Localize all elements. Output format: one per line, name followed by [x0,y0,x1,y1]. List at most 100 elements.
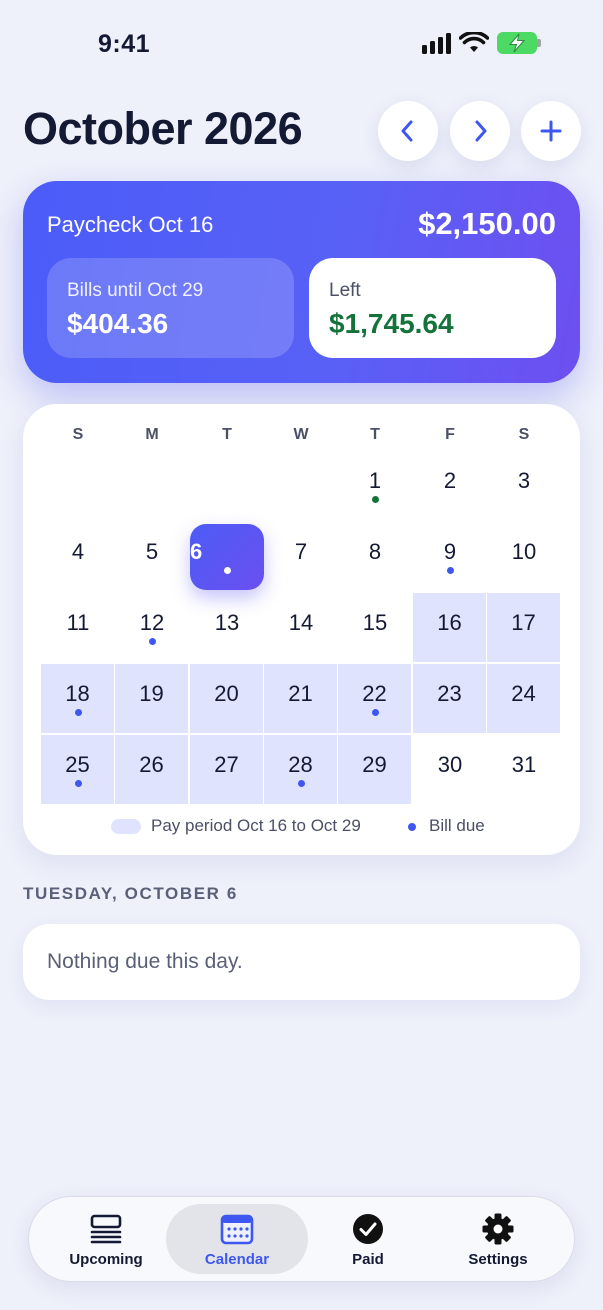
day-indicator-dot [224,567,231,574]
bill-due-dot [149,638,156,645]
tab-label: Upcoming [69,1251,143,1268]
weekday-label: F [445,426,455,443]
calendar-day-cell[interactable]: 25 [41,735,114,804]
day-number: 8 [368,539,382,564]
calendar-day-cell[interactable]: 14 [264,593,338,663]
previous-month-button[interactable] [378,101,438,161]
tab-label: Settings [468,1251,528,1268]
remaining-label: Left [329,280,361,301]
calendar-day-cell[interactable]: 24 [487,664,560,733]
day-number: 29 [362,752,387,777]
calendar-day-cell[interactable]: 9 [413,522,487,592]
day-number: 2 [443,468,457,493]
paycheck-card[interactable]: Paycheck Oct 16 $2,150.00 Bills until Oc… [23,181,580,383]
bill-due-dot [408,823,416,831]
calendar-day-cell[interactable]: 4 [41,522,115,592]
status-bar: 9:41 [0,0,603,90]
bill-due-dot [75,709,82,716]
calendar-day-cell[interactable]: 30 [413,735,487,805]
day-number: 1 [368,468,382,493]
legend-bill-due: Bill due [429,816,485,835]
weekday-label: M [145,426,159,443]
day-indicator-dot [372,496,379,503]
calendar-day-cell[interactable]: 31 [487,735,561,805]
day-number: 25 [65,752,90,777]
calendar-day-cell[interactable]: 21 [264,664,337,733]
calendar-day-cell[interactable]: 8 [338,522,412,592]
day-number: 7 [294,539,308,564]
tab-paid[interactable]: Paid [303,1197,433,1281]
tab-upcoming[interactable]: Upcoming [41,1197,171,1281]
calendar-day-cell[interactable]: 13 [190,593,264,663]
bills-amount: $404.36 [67,308,169,339]
day-number: 9 [443,539,457,564]
calendar-day-cell[interactable]: 22 [338,664,411,733]
calendar-day-cell[interactable]: 5 [115,522,189,592]
status-time: 9:41 [98,30,151,58]
calendar-day-cell[interactable]: 26 [115,735,188,804]
weekday-label: S [518,426,530,443]
day-number: 3 [517,468,531,493]
calendar-icon [220,1214,254,1245]
calendar-day-cell[interactable]: 19 [115,664,188,733]
tab-label: Paid [352,1251,384,1268]
plus-icon [540,120,562,142]
calendar-day-cell[interactable]: 10 [487,522,561,592]
day-number: 26 [139,752,164,777]
day-bills-card: Nothing due this day. [23,924,580,1000]
list-icon [90,1214,122,1244]
calendar-day-cell[interactable]: 16 [413,593,486,662]
tab-bar: Upcoming Calendar Paid Settings [28,1196,575,1282]
calendar-day-cell[interactable]: 1 [338,451,412,521]
weekday-label: T [370,426,380,443]
day-number: 16 [437,610,462,635]
selected-day-heading: TUESDAY, OCTOBER 6 [23,884,238,903]
bill-due-dot [447,567,454,574]
remaining-summary: Left $1,745.64 [309,258,556,358]
day-number: 23 [437,681,462,706]
day-number: 30 [437,752,463,777]
calendar-day-cell[interactable]: 12 [115,593,189,663]
calendar-day-cell[interactable]: 18 [41,664,114,733]
selected-day-cell[interactable]: 6 [190,524,264,590]
bill-due-dot [298,780,305,787]
day-number: 17 [511,610,536,635]
calendar-day-cell[interactable]: 27 [190,735,263,804]
calendar-day-cell[interactable]: 15 [338,593,412,663]
chevron-right-icon [475,120,487,142]
day-number: 19 [139,681,164,706]
bills-summary: Bills until Oct 29 $404.36 [47,258,294,358]
paycheck-label: Paycheck Oct 16 [47,212,214,237]
page-title: October 2026 [23,103,303,154]
weekday-label: T [222,426,232,443]
day-number: 13 [214,610,240,635]
next-month-button[interactable] [450,101,510,161]
day-number: 22 [362,681,387,706]
day-number: 5 [145,539,159,564]
calendar-day-cell[interactable]: 11 [41,593,115,663]
day-number: 18 [65,681,90,706]
day-number: 20 [214,681,239,706]
cellular-signal-icon [422,32,451,54]
add-bill-button[interactable] [521,101,581,161]
calendar-day-cell[interactable]: 20 [190,664,263,733]
tab-settings[interactable]: Settings [433,1197,563,1281]
calendar-day-cell[interactable]: 7 [264,522,338,592]
calendar-day-cell[interactable]: 23 [413,664,486,733]
calendar-legend: Pay period Oct 16 to Oct 29 Bill due [23,816,580,838]
tab-calendar[interactable]: Calendar [171,1197,303,1281]
day-number: 31 [511,752,537,777]
day-number: 6 [190,539,203,564]
calendar-day-cell[interactable]: 2 [413,451,487,521]
calendar-day-cell[interactable]: 17 [487,593,560,662]
calendar-day-cell[interactable]: 28 [264,735,337,804]
weekday-label: S [72,426,84,443]
day-number: 14 [288,610,314,635]
wifi-icon [459,32,489,52]
calendar-day-cell[interactable]: 3 [487,451,561,521]
bill-due-dot [75,780,82,787]
day-number: 27 [214,752,239,777]
calendar-grid: S M T W T F S Pay period Oct 16 to Oct 2… [23,404,580,855]
calendar-day-cell[interactable]: 29 [338,735,411,804]
bill-due-dot [372,709,379,716]
